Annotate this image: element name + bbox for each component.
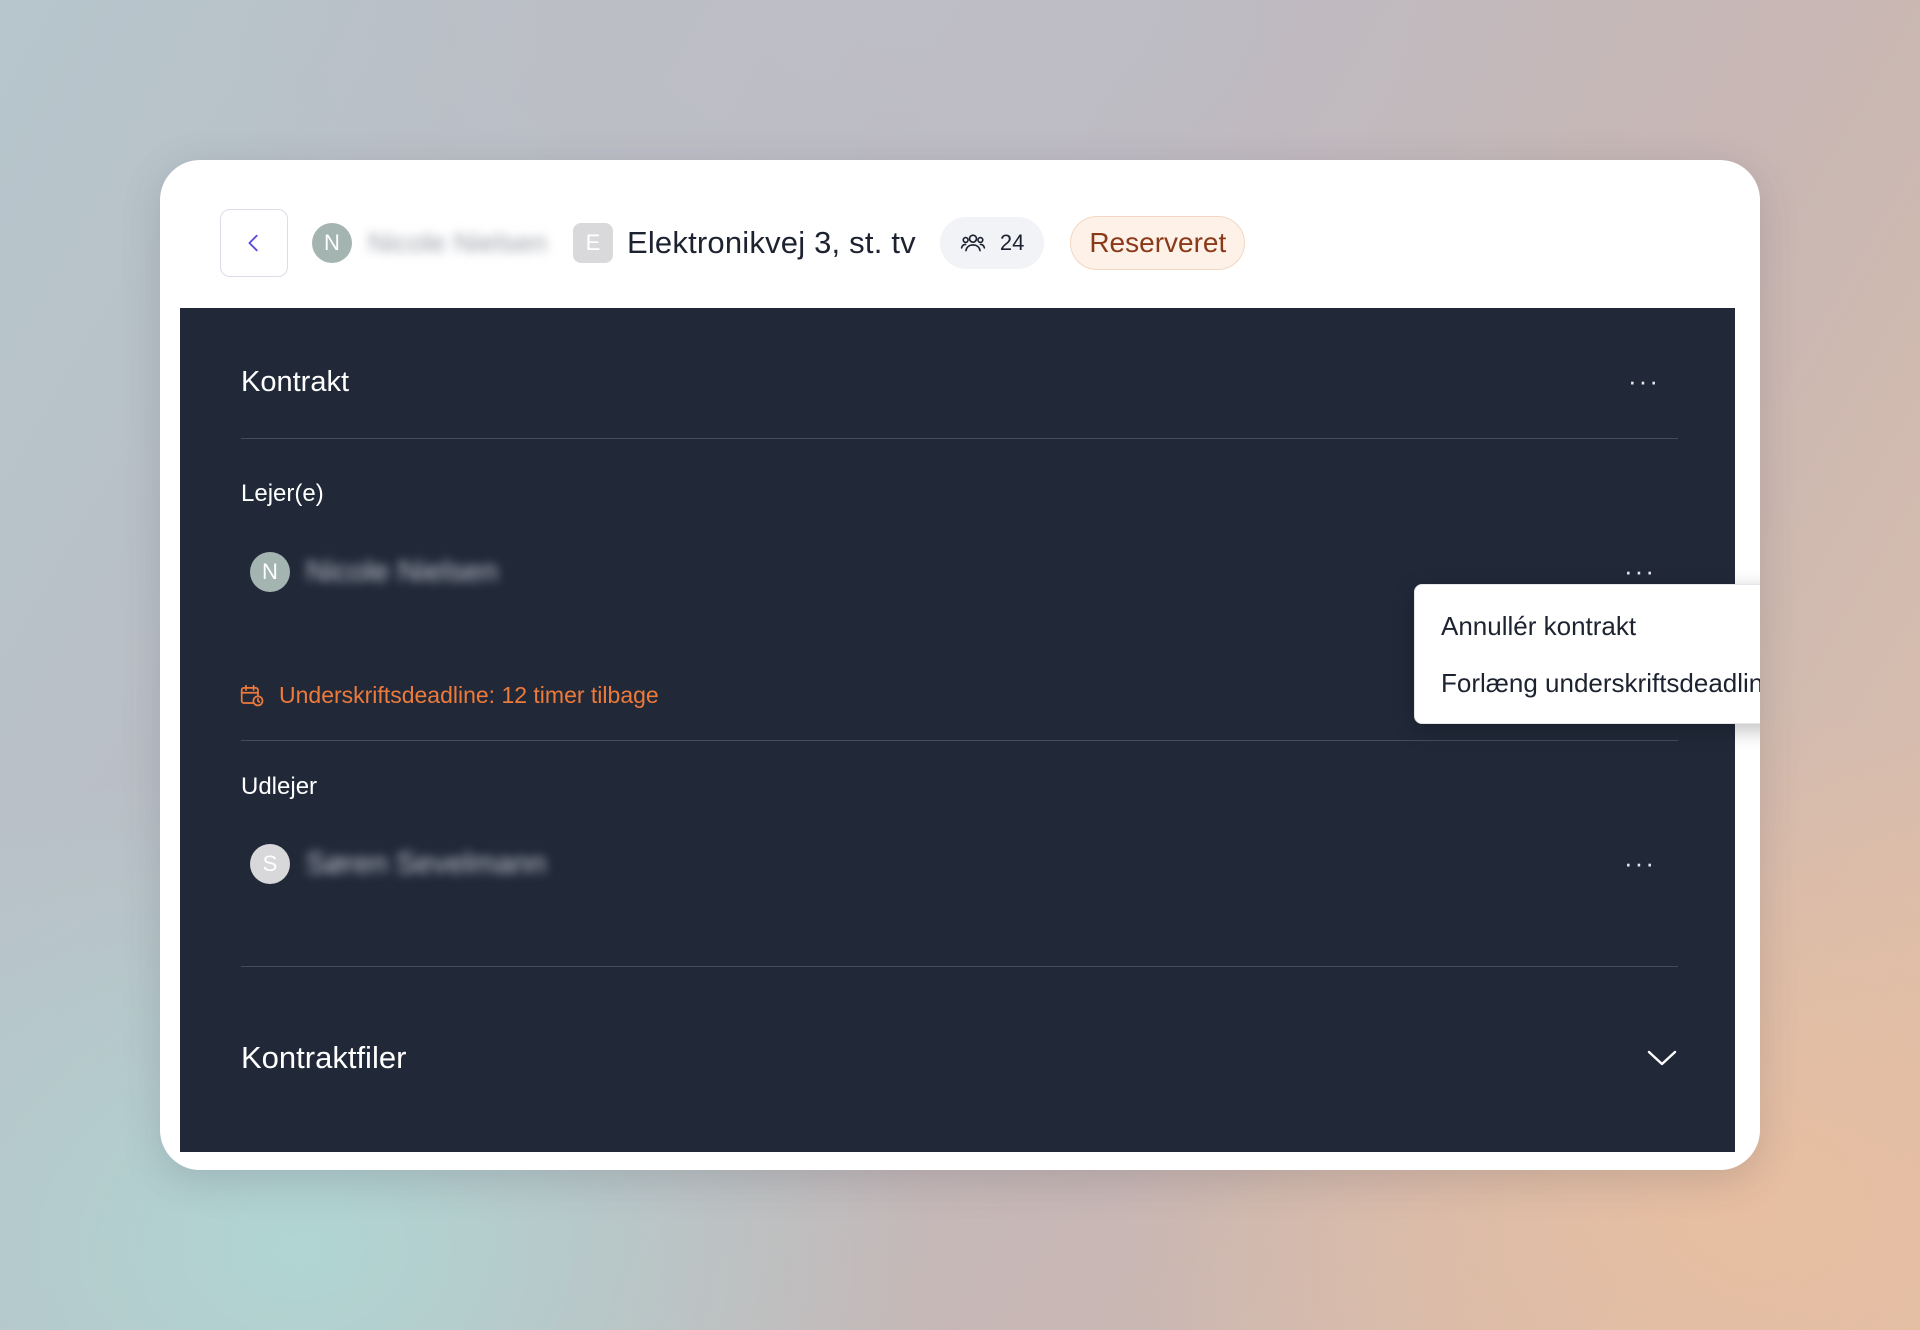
users-icon — [960, 234, 986, 252]
tenant-row[interactable]: N Nicole Nielsen — [250, 552, 498, 592]
landlord-label: Udlejer — [241, 773, 318, 800]
landlord-more-button[interactable]: ··· — [1624, 850, 1656, 876]
contract-title: Kontrakt — [241, 366, 349, 398]
tenant-more-button[interactable]: ··· — [1624, 558, 1656, 584]
people-count-chip[interactable]: 24 — [939, 217, 1045, 269]
contract-actions-menu: Annullér kontrakt Forlæng underskriftsde… — [1414, 584, 1760, 724]
page-title: Elektronikvej 3, st. tv — [626, 225, 916, 260]
divider — [241, 438, 1678, 439]
tenants-label: Lejer(e) — [241, 480, 324, 507]
people-count: 24 — [999, 230, 1025, 255]
menu-item-cancel-contract[interactable]: Annullér kontrakt — [1415, 603, 1760, 653]
status-badge: Reserveret — [1070, 216, 1246, 270]
contract-more-button[interactable]: ··· — [1628, 368, 1660, 394]
back-button[interactable] — [220, 209, 288, 277]
tenant-name: Nicole Nielsen — [306, 555, 498, 588]
divider — [241, 966, 1678, 967]
calendar-clock-icon — [240, 684, 264, 706]
divider — [241, 740, 1678, 741]
menu-item-extend-deadline[interactable]: Forlæng underskriftsdeadline — [1415, 653, 1760, 713]
contract-panel: Kontrakt ··· Lejer(e) N Nicole Nielsen ·… — [180, 308, 1735, 1152]
landlord-name: Søren Sevelmann — [306, 847, 547, 880]
landlord-row[interactable]: S Søren Sevelmann — [250, 844, 546, 884]
landlord-avatar: S — [250, 844, 290, 884]
chevron-left-icon — [248, 234, 258, 252]
owner-name[interactable]: Nicole Nielsen — [368, 227, 547, 259]
signature-deadline: Underskriftsdeadline: 12 timer tilbage — [239, 682, 659, 709]
app-window: N Nicole Nielsen E Elektronikvej 3, st. … — [160, 160, 1760, 1170]
tenant-avatar: N — [250, 552, 290, 592]
deadline-text: Underskriftsdeadline: 12 timer tilbage — [279, 682, 659, 708]
owner-avatar: N — [312, 223, 352, 263]
page-header: N Nicole Nielsen E Elektronikvej 3, st. … — [180, 178, 1740, 308]
unit-badge: E — [572, 223, 613, 263]
chevron-down-icon[interactable] — [1646, 1046, 1678, 1070]
contract-files-title[interactable]: Kontraktfiler — [241, 1040, 406, 1076]
